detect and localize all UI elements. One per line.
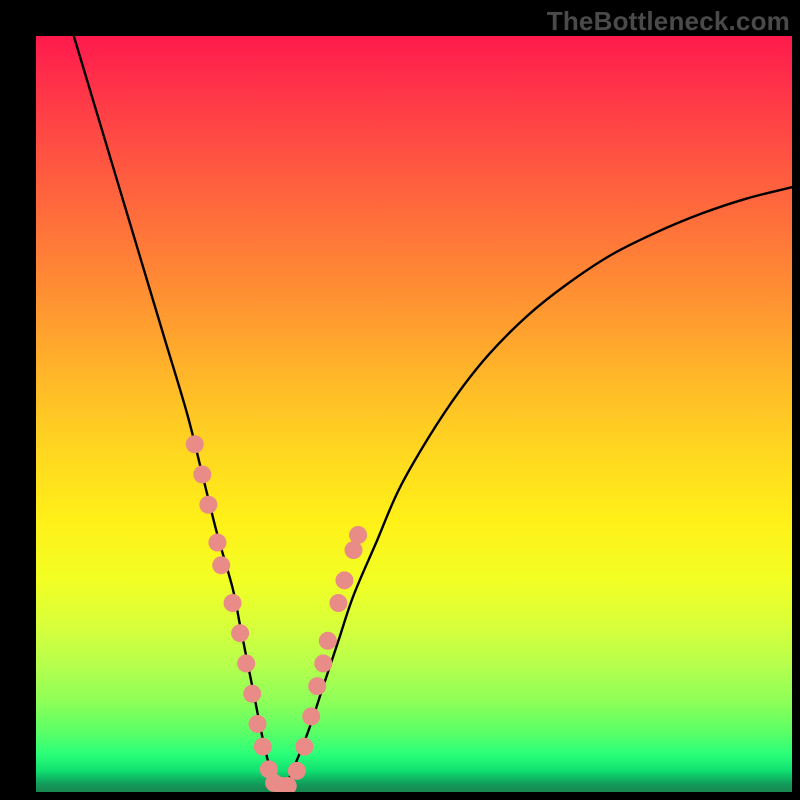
highlight-dot [335, 571, 353, 589]
highlight-dot [295, 738, 313, 756]
highlight-dot [319, 632, 337, 650]
highlight-dot [249, 715, 267, 733]
bottleneck-curve [74, 36, 792, 786]
highlight-dot [231, 624, 249, 642]
highlight-dot [254, 738, 272, 756]
highlight-dot [199, 496, 217, 514]
highlight-dot [288, 762, 306, 780]
highlight-dot [314, 654, 332, 672]
highlight-dot [237, 654, 255, 672]
plot-area [36, 36, 792, 792]
highlight-dot [243, 685, 261, 703]
highlight-dot [329, 594, 347, 612]
highlight-dot [349, 526, 367, 544]
highlight-dot [193, 465, 211, 483]
highlight-dot [308, 677, 326, 695]
highlight-dot [186, 435, 204, 453]
highlight-dot [208, 534, 226, 552]
chart-svg [36, 36, 792, 792]
highlight-dot [212, 556, 230, 574]
highlight-dot [224, 594, 242, 612]
watermark-text: TheBottleneck.com [547, 6, 790, 37]
highlight-dot [302, 707, 320, 725]
highlight-dots [186, 435, 367, 792]
chart-frame: TheBottleneck.com [0, 0, 800, 800]
